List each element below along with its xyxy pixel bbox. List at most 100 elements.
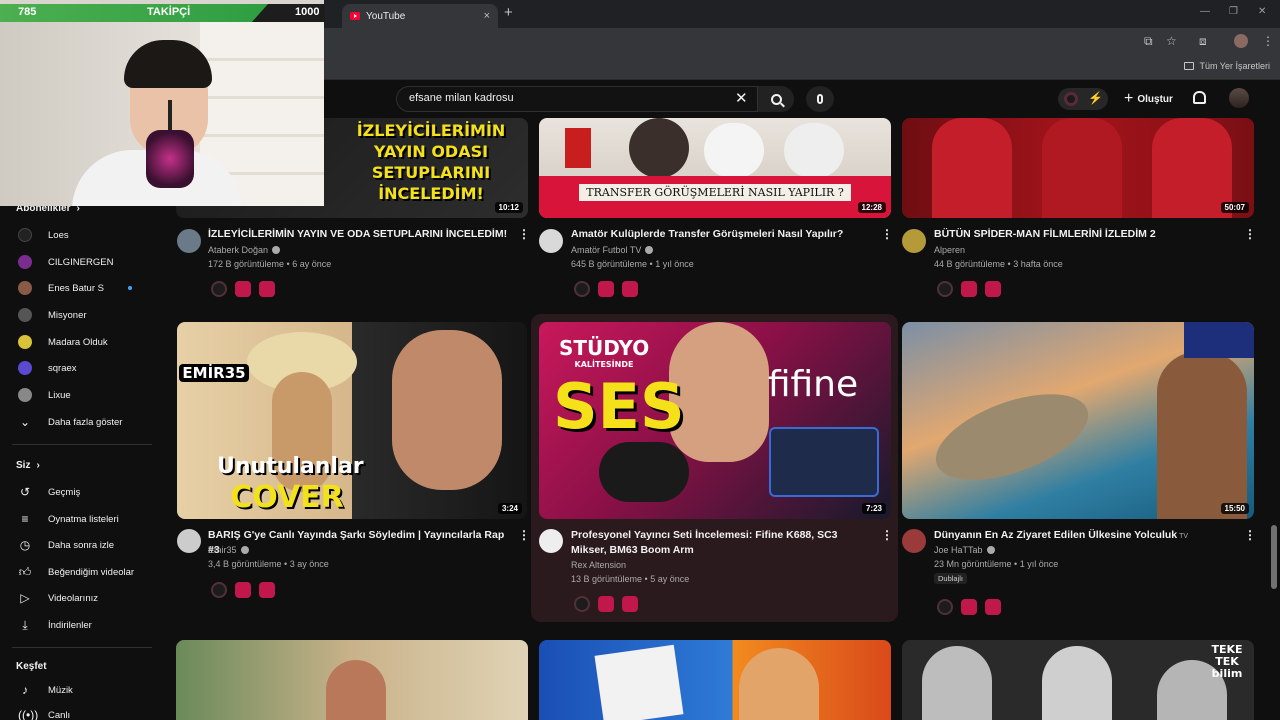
- channel-name[interactable]: Ataberk Doğan: [208, 243, 281, 257]
- more-options-icon[interactable]: ⋮: [1244, 528, 1256, 542]
- create-button[interactable]: + Oluştur: [1116, 88, 1181, 110]
- extension-pill[interactable]: ⚡: [1058, 88, 1108, 110]
- sidebar-item-madara-olduk[interactable]: Madara Olduk: [0, 329, 160, 355]
- channel-name[interactable]: Alperen: [934, 243, 965, 257]
- video-title[interactable]: BÜTÜN SPİDER-MAN FİLMLERİNİ İZLEDİM 2: [934, 227, 1234, 242]
- channel-name[interactable]: Joe HaTTab: [934, 543, 995, 557]
- shelf-board: [200, 134, 324, 137]
- more-options-icon[interactable]: ⋮: [1244, 227, 1256, 241]
- sidebar-item-cilginergen[interactable]: CILGINERGEN: [0, 249, 160, 275]
- video-thumbnail[interactable]: TEKE TEK bilim: [902, 640, 1254, 720]
- sidebar-item-music[interactable]: ♪ Müzik: [0, 677, 160, 703]
- clip-icon[interactable]: [985, 599, 1001, 615]
- sidebar-item-misyoner[interactable]: Misyoner: [0, 302, 160, 328]
- extensions-icon[interactable]: ⧈: [1199, 34, 1207, 49]
- live-icon: ((•)): [18, 708, 39, 720]
- channel-name[interactable]: Amatör Futbol TV: [571, 243, 654, 257]
- tab-youtube[interactable]: YouTube ×: [342, 4, 498, 28]
- more-options-icon[interactable]: ⋮: [518, 528, 530, 542]
- extension-record-icon[interactable]: [937, 599, 953, 615]
- channel-avatar: [18, 335, 32, 349]
- clear-search-icon[interactable]: ✕: [735, 89, 748, 107]
- more-options-icon[interactable]: ⋮: [518, 227, 530, 241]
- bookmark-icon[interactable]: [961, 281, 977, 297]
- clip-icon[interactable]: [622, 596, 638, 612]
- sidebar-item-live[interactable]: ((•)) Canlı: [0, 702, 160, 720]
- sidebar-item-label: Misyoner: [48, 309, 87, 321]
- clip-icon[interactable]: [259, 582, 275, 598]
- channel-avatar[interactable]: [539, 229, 563, 253]
- bookmark-icon[interactable]: [598, 596, 614, 612]
- bookmark-star-icon[interactable]: ☆: [1166, 34, 1177, 48]
- clip-icon[interactable]: [622, 281, 638, 297]
- menu-icon[interactable]: ⋮: [1262, 34, 1274, 48]
- extension-record-icon[interactable]: [211, 582, 227, 598]
- channel-avatar[interactable]: [902, 529, 926, 553]
- notifications-bell-icon[interactable]: [1193, 91, 1206, 104]
- you-heading[interactable]: Siz ›: [16, 460, 40, 471]
- clip-icon[interactable]: [259, 281, 275, 297]
- video-title[interactable]: Profesyonel Yayıncı Seti İncelemesi: Fif…: [571, 528, 871, 558]
- video-thumbnail[interactable]: 50:07: [902, 118, 1254, 218]
- extension-buttons: [211, 281, 275, 297]
- bookmark-icon[interactable]: [235, 582, 251, 598]
- video-thumbnail[interactable]: EMİR35 Unutulanlar COVER 3:24: [177, 322, 527, 519]
- scrollbar[interactable]: [1271, 525, 1277, 589]
- channel-avatar[interactable]: [177, 229, 201, 253]
- channel-avatar[interactable]: [539, 529, 563, 553]
- search-icon: [770, 93, 782, 105]
- extension-record-icon[interactable]: [937, 281, 953, 297]
- sidebar-item-loes[interactable]: Loes: [0, 222, 160, 248]
- thumbnail-text: TRANSFER GÖRÜŞMELERİ NASIL YAPILIR ?: [579, 184, 851, 201]
- sidebar-item-lixue[interactable]: Lixue: [0, 382, 160, 408]
- show-more-button[interactable]: ⌄ Daha fazla göster: [0, 409, 160, 435]
- video-title[interactable]: Amatör Kulüplerde Transfer Görüşmeleri N…: [571, 227, 871, 242]
- video-thumbnail[interactable]: [539, 640, 891, 720]
- channel-avatar[interactable]: [902, 229, 926, 253]
- more-options-icon[interactable]: ⋮: [881, 227, 893, 241]
- search-button[interactable]: [758, 86, 794, 112]
- sidebar-item-sqraex[interactable]: sqraex: [0, 355, 160, 381]
- extension-record-icon[interactable]: [574, 281, 590, 297]
- sidebar-item-label: Loes: [48, 229, 69, 241]
- sidebar-item-playlists[interactable]: ≡ Oynatma listeleri: [0, 506, 160, 532]
- video-thumbnail[interactable]: 15:50: [902, 322, 1254, 519]
- sidebar-item-enes-batur[interactable]: Enes Batur S: [0, 275, 160, 301]
- maximize-icon[interactable]: ❐: [1229, 6, 1238, 17]
- sidebar-item-history[interactable]: ↺ Geçmiş: [0, 479, 160, 505]
- profile-icon[interactable]: [1234, 34, 1248, 48]
- video-title[interactable]: Dünyanın En Az Ziyaret Edilen Ülkesine Y…: [934, 528, 1234, 544]
- sidebar-item-downloads[interactable]: ⤓ İndirilenler: [0, 612, 160, 638]
- verified-icon: [240, 546, 249, 554]
- channel-avatar[interactable]: [177, 529, 201, 553]
- video-thumbnail[interactable]: STÜDYO KALİTESİNDE SES fifine 7:23: [539, 322, 891, 519]
- bookmark-icon[interactable]: [598, 281, 614, 297]
- sidebar-item-your-videos[interactable]: ▷ Videolarınız: [0, 585, 160, 611]
- search-input[interactable]: efsane milan kadrosu: [396, 86, 758, 112]
- voice-search-button[interactable]: [806, 86, 834, 112]
- minimize-icon[interactable]: —: [1200, 6, 1210, 17]
- close-window-icon[interactable]: ✕: [1258, 6, 1266, 17]
- all-bookmarks[interactable]: Tüm Yer İşaretleri: [1184, 61, 1270, 71]
- person-image: [326, 660, 386, 720]
- video-title[interactable]: BARIŞ G'ye Canlı Yayında Şarkı Söyledim …: [208, 528, 508, 558]
- flag-image: [1184, 322, 1254, 358]
- video-thumbnail[interactable]: TRANSFER GÖRÜŞMELERİ NASIL YAPILIR ? 12:…: [539, 118, 891, 218]
- bookmark-icon[interactable]: [235, 281, 251, 297]
- extension-buttons: [937, 599, 1001, 615]
- extension-record-icon[interactable]: [211, 281, 227, 297]
- bookmark-icon[interactable]: [961, 599, 977, 615]
- new-tab-button[interactable]: +: [504, 4, 513, 21]
- sidebar-item-watch-later[interactable]: ◷ Daha sonra izle: [0, 532, 160, 558]
- clip-icon[interactable]: [985, 281, 1001, 297]
- channel-name[interactable]: Rex Altension: [571, 558, 626, 572]
- account-avatar[interactable]: [1229, 88, 1249, 108]
- tab-close-icon[interactable]: ×: [484, 10, 490, 22]
- channel-name[interactable]: Emir35: [208, 543, 249, 557]
- extension-record-icon[interactable]: [574, 596, 590, 612]
- video-thumbnail[interactable]: [176, 640, 528, 720]
- video-title[interactable]: İZLEYİCİLERİMİN YAYIN VE ODA SETUPLARINI…: [208, 227, 508, 242]
- sidebar-item-liked-videos[interactable]: 👍︎ Beğendiğim videolar: [0, 559, 160, 585]
- cast-icon[interactable]: ⧉: [1144, 34, 1153, 49]
- more-options-icon[interactable]: ⋮: [881, 528, 893, 542]
